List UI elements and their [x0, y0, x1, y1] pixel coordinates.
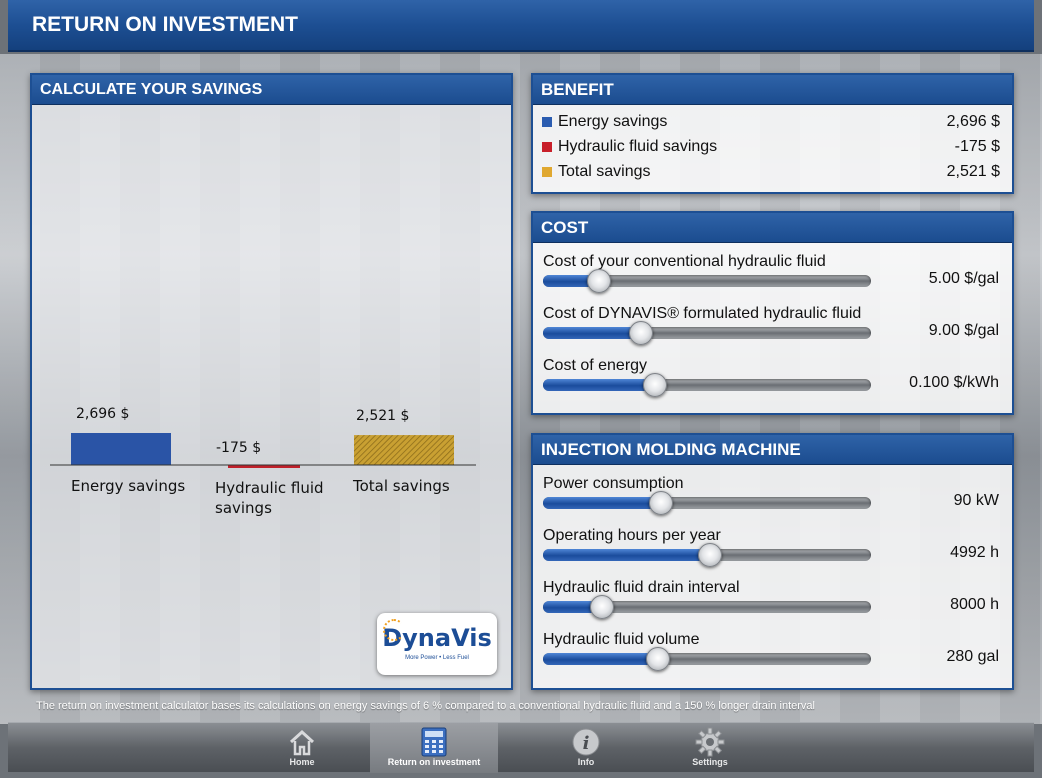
slider-row-energy-cost: Cost of energy 0.100 $/kWh	[533, 349, 1012, 401]
drain-interval-slider[interactable]	[543, 595, 871, 619]
slider-row-fluid-volume: Hydraulic fluid volume 280 gal	[533, 623, 1012, 675]
hydraulic-legend-swatch	[542, 142, 552, 152]
bottom-tab-bar: Home Return on investment i Info Setting…	[8, 722, 1034, 773]
benefit-row-total: Total savings 2,521 $	[533, 159, 1012, 184]
savings-bar-chart	[50, 433, 476, 468]
total-legend-swatch	[542, 167, 552, 177]
bar-total-savings	[354, 435, 454, 465]
slider-knob[interactable]	[587, 269, 611, 293]
bar-energy-savings	[71, 433, 171, 465]
svg-text:i: i	[583, 733, 590, 754]
slider-label: Cost of your conventional hydraulic flui…	[543, 253, 826, 270]
operating-hours-slider[interactable]	[543, 543, 871, 567]
calculator-icon	[421, 727, 447, 757]
benefit-value: -175 $	[954, 138, 1000, 155]
slider-knob[interactable]	[590, 595, 614, 619]
slider-value: 0.100 $/kWh	[909, 374, 999, 391]
tab-label: Home	[289, 757, 315, 767]
slider-knob[interactable]	[649, 491, 673, 515]
dynavis-logo: DynaVis More Power • Less Fuel	[377, 613, 497, 675]
slider-fill	[543, 653, 658, 665]
slider-row-conventional-fluid-cost: Cost of your conventional hydraulic flui…	[533, 245, 1012, 297]
fluid-volume-slider[interactable]	[543, 647, 871, 671]
tab-info[interactable]: i Info	[522, 723, 650, 773]
slider-value: 8000 h	[950, 596, 999, 613]
slider-label: Hydraulic fluid volume	[543, 631, 700, 648]
tab-home[interactable]: Home	[238, 723, 366, 773]
slider-label: Cost of energy	[543, 357, 648, 374]
page-title: RETURN ON INVESTMENT	[8, 0, 1034, 52]
slider-row-operating-hours: Operating hours per year 4992 h	[533, 519, 1012, 571]
tab-return-on-investment[interactable]: Return on investment	[370, 723, 498, 773]
slider-row-dynavis-fluid-cost: Cost of DYNAVIS® formulated hydraulic fl…	[533, 297, 1012, 349]
slider-fill	[543, 327, 641, 339]
slider-fill	[543, 497, 661, 509]
tab-label: Settings	[692, 757, 728, 767]
slider-fill	[543, 379, 655, 391]
slider-knob[interactable]	[643, 373, 667, 397]
total-savings-value-label: 2,521 $	[356, 408, 410, 424]
gear-icon	[695, 727, 725, 757]
total-savings-category-label: Total savings	[353, 477, 450, 495]
energy-savings-value-label: 2,696 $	[76, 406, 130, 422]
home-icon	[289, 729, 315, 756]
calculation-footnote: The return on investment calculator base…	[36, 700, 815, 712]
logo-swirl-icon	[383, 619, 405, 641]
slider-knob[interactable]	[698, 543, 722, 567]
slider-row-power-consumption: Power consumption 90 kW	[533, 467, 1012, 519]
benefit-value: 2,521 $	[946, 163, 1000, 180]
cost-title: COST	[533, 213, 1012, 243]
cost-panel: COST Cost of your conventional hydraulic…	[531, 211, 1014, 415]
energy-legend-swatch	[542, 117, 552, 127]
info-icon: i	[572, 728, 600, 756]
dynavis-fluid-cost-slider[interactable]	[543, 321, 871, 345]
energy-cost-slider[interactable]	[543, 373, 871, 397]
tab-label: Return on investment	[387, 757, 481, 767]
calculate-savings-panel: CALCULATE YOUR SAVINGS 2,696 $ -175 $ 2,…	[30, 73, 513, 690]
injection-molding-machine-panel: INJECTION MOLDING MACHINE Power consumpt…	[531, 433, 1014, 690]
benefit-row-hydraulic: Hydraulic fluid savings -175 $	[533, 134, 1012, 159]
slider-value: 90 kW	[953, 492, 999, 509]
benefit-label: Total savings	[558, 163, 651, 180]
slider-value: 9.00 $/gal	[928, 322, 999, 339]
tab-label: Info	[577, 757, 595, 767]
hydraulic-fluid-savings-value-label: -175 $	[216, 440, 262, 456]
benefit-label: Hydraulic fluid savings	[558, 138, 718, 155]
slider-value: 4992 h	[950, 544, 999, 561]
energy-savings-category-label: Energy savings	[71, 477, 186, 495]
power-consumption-slider[interactable]	[543, 491, 871, 515]
tab-settings[interactable]: Settings	[646, 723, 774, 773]
injection-molding-machine-title: INJECTION MOLDING MACHINE	[533, 435, 1012, 465]
slider-value: 5.00 $/gal	[928, 270, 999, 287]
benefit-value: 2,696 $	[946, 113, 1000, 130]
benefit-label: Energy savings	[558, 113, 668, 130]
logo-tagline: More Power • Less Fuel	[405, 655, 469, 661]
calculate-savings-title: CALCULATE YOUR SAVINGS	[32, 75, 511, 105]
slider-knob[interactable]	[646, 647, 670, 671]
slider-label: Operating hours per year	[543, 527, 721, 544]
benefit-title: BENEFIT	[533, 75, 1012, 105]
slider-label: Cost of DYNAVIS® formulated hydraulic fl…	[543, 305, 862, 322]
slider-fill	[543, 549, 710, 561]
slider-row-drain-interval: Hydraulic fluid drain interval 8000 h	[533, 571, 1012, 623]
slider-knob[interactable]	[629, 321, 653, 345]
hydraulic-fluid-savings-category-label: Hydraulic fluid savings	[215, 479, 324, 517]
conventional-fluid-cost-slider[interactable]	[543, 269, 871, 293]
slider-value: 280 gal	[946, 648, 1000, 665]
benefit-panel: BENEFIT Energy savings 2,696 $ Hydraulic…	[531, 73, 1014, 194]
benefit-row-energy: Energy savings 2,696 $	[533, 109, 1012, 134]
slider-label: Hydraulic fluid drain interval	[543, 579, 740, 596]
